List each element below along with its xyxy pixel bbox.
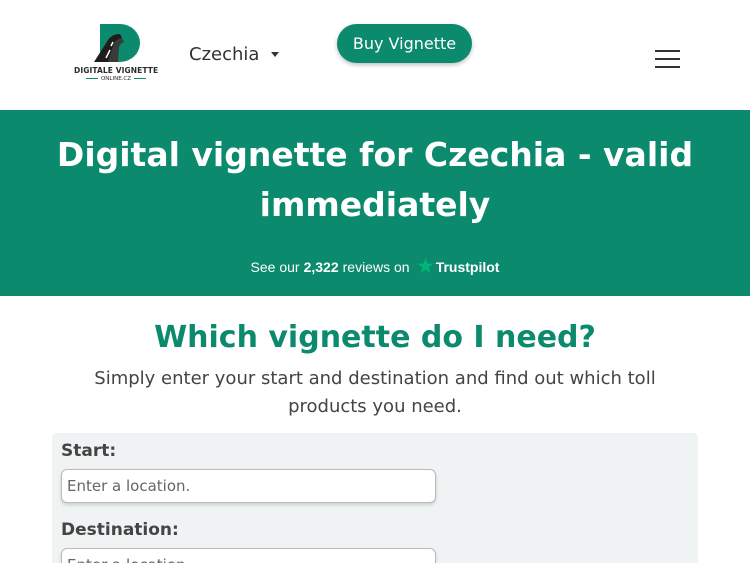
section-subtitle: Simply enter your start and destination … xyxy=(94,368,656,417)
hero-title: Digital vignette for Czechia - valid imm… xyxy=(56,135,694,224)
start-label: Start: xyxy=(61,441,117,461)
site-header: DIGITALE VIGNETTE ONLINE.CZ Czechia Buy … xyxy=(0,0,750,110)
route-form: Start: Destination: xyxy=(52,433,698,563)
country-label: Czechia xyxy=(189,44,260,65)
logo-text: DIGITALE VIGNETTE xyxy=(74,66,159,75)
trustpilot-star-icon: ★ xyxy=(417,256,434,276)
hero-banner: Digital vignette for Czechia - valid imm… xyxy=(0,110,750,296)
trustpilot-widget[interactable]: See our 2,322 reviews on ★ Trustpilot xyxy=(0,256,750,277)
trustpilot-logo: ★ Trustpilot xyxy=(418,256,500,277)
caret-down-icon xyxy=(271,52,280,57)
review-count: 2,322 xyxy=(303,258,339,275)
logo-road-icon xyxy=(94,24,140,62)
hamburger-menu-icon[interactable] xyxy=(655,50,681,68)
logo-subtext: ONLINE.CZ xyxy=(100,76,132,82)
destination-label: Destination: xyxy=(61,520,179,540)
section-heading: Which vignette do I need? xyxy=(154,320,596,355)
trustpilot-brand: Trustpilot xyxy=(435,258,500,275)
buy-vignette-button[interactable]: Buy Vignette xyxy=(337,24,472,63)
country-selector[interactable]: Czechia xyxy=(189,44,280,65)
trust-suffix: reviews on xyxy=(342,258,410,275)
start-input[interactable] xyxy=(61,469,436,503)
trust-prefix: See our xyxy=(250,258,300,275)
destination-input[interactable] xyxy=(61,548,436,563)
site-logo[interactable]: DIGITALE VIGNETTE ONLINE.CZ xyxy=(74,24,158,86)
